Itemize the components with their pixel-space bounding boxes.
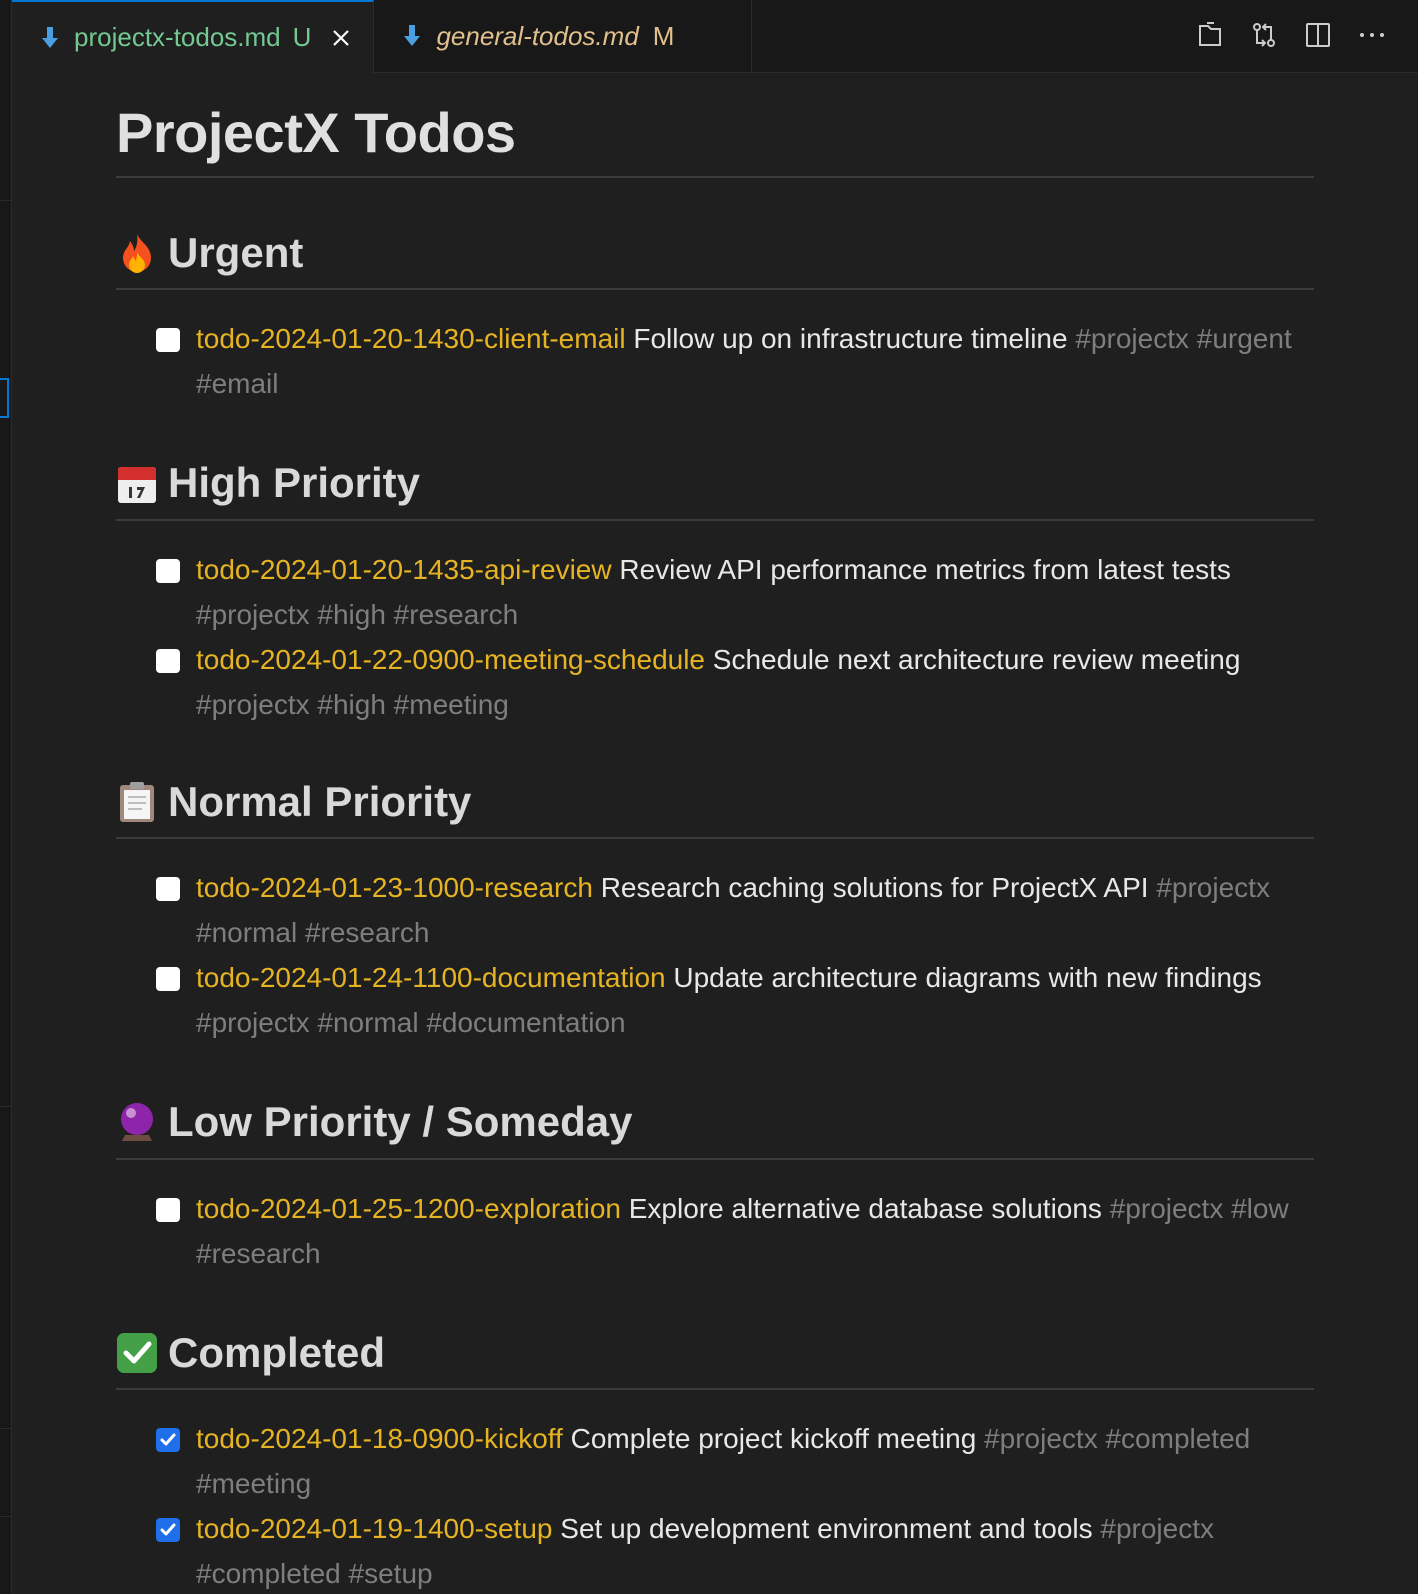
todo-list: todo-2024-01-20-1430-client-email Follow… [116,290,1314,406]
section-heading-urgent: Urgent [116,228,1314,291]
todo-text: Complete project kickoff meeting [570,1422,977,1454]
tab-label: general-todos.md [436,20,639,51]
left-panel-edge [0,0,12,1594]
checkmark-icon [160,1523,176,1536]
todo-tags: #projectx #high #meeting [196,688,509,720]
todo-id: todo-2024-01-20-1430-client-email [196,323,626,355]
tab-general-todos[interactable]: general-todos.md M [374,0,753,72]
editor-tab-bar: projectx-todos.md U general-todos.md M [12,0,1418,73]
gutter-divider [0,1428,11,1429]
editor-window: projectx-todos.md U general-todos.md M P… [0,0,1418,1594]
compare-changes-icon[interactable] [1248,18,1280,52]
markdown-preview: ProjectX Todos Urgent todo-2024-01-20-14… [116,72,1314,1594]
todo-item: todo-2024-01-19-1400-setup Set up develo… [156,1506,1314,1594]
todo-item: todo-2024-01-20-1430-client-email Follow… [156,316,1314,406]
untracked-status-badge: U [292,22,312,52]
todo-text: Schedule next architecture review meetin… [712,643,1241,675]
active-item-marker [0,378,9,418]
fire-icon [116,232,158,274]
calendar-icon [116,463,158,505]
todo-checkbox[interactable] [156,558,180,583]
todo-checkbox-checked[interactable] [156,1427,180,1452]
todo-item: todo-2024-01-18-0900-kickoff Complete pr… [156,1416,1314,1506]
todo-item: todo-2024-01-24-1100-documentation Updat… [156,955,1314,1045]
todo-text: Update architecture diagrams with new fi… [673,962,1262,994]
todo-text: Set up development environment and tools [560,1512,1093,1544]
todo-item: todo-2024-01-20-1435-api-review Review A… [156,547,1314,637]
todo-text: Research caching solutions for ProjectX … [600,872,1149,904]
todo-id: todo-2024-01-20-1435-api-review [196,553,612,585]
todo-item: todo-2024-01-23-1000-research Research c… [156,865,1314,955]
gutter-divider [0,200,11,201]
todo-id: todo-2024-01-22-0900-meeting-schedule [196,643,706,675]
section-heading-text: High Priority [168,459,421,507]
clipboard-icon [116,781,158,823]
todo-text: Review API performance metrics from late… [619,553,1231,585]
check-mark-icon [116,1332,158,1374]
todo-text: Explore alternative database solutions [628,1192,1102,1224]
todo-checkbox-checked[interactable] [156,1517,180,1542]
gutter-divider [0,1516,11,1517]
todo-id: todo-2024-01-23-1000-research [196,872,593,904]
section-heading-text: Urgent [168,229,304,276]
todo-checkbox[interactable] [156,1197,180,1222]
todo-list: todo-2024-01-20-1435-api-review Review A… [116,521,1314,727]
todo-checkbox[interactable] [156,648,180,673]
todo-item: todo-2024-01-22-0900-meeting-schedule Sc… [156,637,1314,727]
todo-tags: #projectx #high #research [196,598,519,630]
todo-checkbox[interactable] [156,328,180,353]
todo-list: todo-2024-01-23-1000-research Research c… [116,839,1314,1045]
todo-id: todo-2024-01-19-1400-setup [196,1512,553,1544]
section-heading-text: Normal Priority [168,777,472,825]
open-preview-icon[interactable] [1194,18,1226,52]
crystal-ball-icon [116,1101,158,1143]
more-actions-icon[interactable] [1356,18,1388,52]
todo-checkbox[interactable] [156,967,180,992]
checkmark-icon [160,1433,176,1446]
page-title: ProjectX Todos [116,72,1314,178]
section-heading-text: Completed [168,1328,386,1376]
todo-checkbox[interactable] [156,877,180,902]
close-icon[interactable] [331,28,351,48]
section-heading-completed: Completed [116,1328,1314,1390]
section-heading-text: Low Priority / Someday [168,1098,633,1146]
todo-item: todo-2024-01-25-1200-exploration Explore… [156,1186,1314,1276]
todo-id: todo-2024-01-25-1200-exploration [196,1192,621,1224]
todo-list: todo-2024-01-18-0900-kickoff Complete pr… [116,1390,1314,1594]
todo-tags: #projectx #normal #documentation [196,1007,626,1039]
todo-list: todo-2024-01-25-1200-exploration Explore… [116,1160,1314,1276]
modified-status-badge: M [652,20,675,51]
editor-actions-toolbar [1194,18,1388,52]
todo-id: todo-2024-01-18-0900-kickoff [196,1422,563,1454]
section-heading-high-priority: High Priority [116,458,1314,521]
section-heading-low-priority: Low Priority / Someday [116,1097,1314,1160]
section-heading-normal-priority: Normal Priority [116,777,1314,840]
markdown-file-icon [402,24,422,48]
tab-projectx-todos[interactable]: projectx-todos.md U [12,0,375,73]
markdown-file-icon [40,26,60,50]
gutter-divider [0,1106,11,1107]
tab-label: projectx-todos.md [74,22,281,52]
todo-id: todo-2024-01-24-1100-documentation [196,962,666,994]
todo-text: Follow up on infrastructure timeline [633,323,1068,355]
split-editor-icon[interactable] [1302,18,1334,52]
